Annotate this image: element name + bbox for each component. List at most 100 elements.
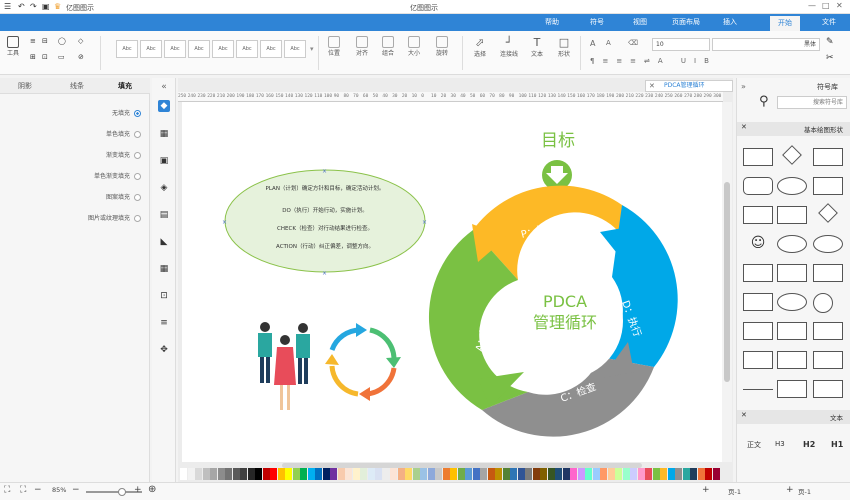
library-shape[interactable] xyxy=(813,177,843,195)
library-shape[interactable] xyxy=(813,293,833,313)
tab-fill[interactable]: 填充 xyxy=(118,81,132,91)
color-swatch[interactable] xyxy=(690,468,697,480)
color-swatch[interactable] xyxy=(285,468,292,480)
color-swatch[interactable] xyxy=(240,468,247,480)
library-shape[interactable] xyxy=(743,293,773,311)
color-swatch[interactable] xyxy=(337,468,345,480)
tab-file[interactable]: 文件 xyxy=(822,17,836,27)
tools-button[interactable]: 工具 xyxy=(4,36,22,57)
color-swatch[interactable] xyxy=(660,468,667,480)
color-swatch[interactable] xyxy=(427,468,435,480)
color-swatch[interactable] xyxy=(352,468,360,480)
align-center-icon[interactable]: ⊟ xyxy=(42,37,48,45)
color-swatch[interactable] xyxy=(607,468,615,480)
color-swatch[interactable] xyxy=(570,468,577,480)
color-swatch[interactable] xyxy=(547,468,555,480)
close-icon[interactable]: ✕ xyxy=(741,123,747,131)
font-shrink-icon[interactable]: A xyxy=(606,39,611,47)
redo-icon[interactable]: ↷ xyxy=(30,2,37,11)
color-swatch[interactable] xyxy=(292,468,300,480)
shape-button[interactable]: □ 形状 xyxy=(554,36,574,58)
fill-option-pattern[interactable]: 图案填充 xyxy=(106,192,141,201)
tab-home[interactable]: 开始 xyxy=(770,16,800,31)
maximize-icon[interactable]: □ xyxy=(822,1,830,10)
page-tab[interactable]: 页-1 xyxy=(798,486,811,496)
color-swatch[interactable] xyxy=(667,468,675,480)
menu-icon[interactable]: ☰ xyxy=(4,2,11,11)
color-swatch[interactable] xyxy=(562,468,570,480)
undo-icon[interactable]: ↶ xyxy=(18,2,25,11)
text-format-row[interactable]: ¶≡≡≡⇌A UIB xyxy=(590,57,717,65)
fill-option-gradient[interactable]: 渐变填充 xyxy=(106,150,141,159)
color-swatch[interactable] xyxy=(367,468,375,480)
style-preset[interactable]: Abc xyxy=(164,40,186,58)
color-swatch[interactable] xyxy=(375,468,382,480)
library-shape[interactable] xyxy=(743,351,773,369)
tab-view[interactable]: 视图 xyxy=(633,17,647,27)
color-swatch[interactable] xyxy=(615,468,622,480)
text-sample[interactable]: 正文 xyxy=(747,440,761,450)
color-swatch[interactable] xyxy=(405,468,412,480)
color-swatch[interactable] xyxy=(705,468,712,480)
color-swatch[interactable] xyxy=(517,468,525,480)
team-people-icon[interactable] xyxy=(258,322,310,410)
fill-panel-icon[interactable]: ◆ xyxy=(158,100,170,112)
fit-icon[interactable]: ⊕ xyxy=(148,484,156,495)
library-shape[interactable] xyxy=(743,148,773,166)
library-shape[interactable] xyxy=(777,380,807,398)
color-swatch[interactable] xyxy=(600,468,607,480)
position-button[interactable]: 位置 xyxy=(326,36,342,57)
color-palette[interactable] xyxy=(180,468,720,480)
color-swatch[interactable] xyxy=(450,468,457,480)
select-button[interactable]: ⬀ 选择 xyxy=(470,36,490,58)
page-icon[interactable]: ▤ xyxy=(158,209,170,221)
color-swatch[interactable] xyxy=(472,468,480,480)
library-shape[interactable] xyxy=(743,389,773,390)
style-preset[interactable]: Abc xyxy=(140,40,162,58)
color-swatch[interactable] xyxy=(480,468,487,480)
layers-icon[interactable]: ◈ xyxy=(158,182,170,194)
color-swatch[interactable] xyxy=(360,468,367,480)
radio[interactable] xyxy=(134,152,141,159)
color-swatch[interactable] xyxy=(217,468,225,480)
library-shape[interactable] xyxy=(777,264,807,282)
color-swatch[interactable] xyxy=(412,468,420,480)
library-shape[interactable] xyxy=(777,177,807,195)
color-swatch[interactable] xyxy=(210,468,217,480)
tab-shadow[interactable]: 阴影 xyxy=(18,81,32,91)
color-swatch[interactable] xyxy=(180,468,187,480)
close-icon[interactable]: ✕ xyxy=(836,1,843,10)
radio[interactable] xyxy=(134,131,141,138)
close-icon[interactable]: ✕ xyxy=(741,411,747,419)
size-button[interactable]: 大小 xyxy=(406,36,422,57)
library-shape[interactable] xyxy=(777,293,807,311)
minimize-icon[interactable]: — xyxy=(808,1,816,10)
color-swatch[interactable] xyxy=(630,468,637,480)
text-sample[interactable]: H3 xyxy=(775,440,785,448)
color-swatch[interactable] xyxy=(277,468,285,480)
color-swatch[interactable] xyxy=(585,468,592,480)
color-swatch[interactable] xyxy=(307,468,315,480)
save-icon[interactable]: ▣ xyxy=(42,2,50,11)
library-shape[interactable] xyxy=(813,322,843,340)
clear-format-icon[interactable]: ⌫ xyxy=(628,39,638,47)
align-left-icon[interactable]: ≡ xyxy=(30,37,36,45)
align-button[interactable]: 对齐 xyxy=(354,36,370,57)
format-icon[interactable]: ≡ xyxy=(158,317,170,329)
color-swatch[interactable] xyxy=(225,468,232,480)
tab-symbols[interactable]: 符号 xyxy=(590,17,604,27)
library-shape[interactable] xyxy=(813,380,843,398)
fill-option-none[interactable]: 无填充 xyxy=(112,108,141,117)
fill-option-single-gradient[interactable]: 单色渐变填充 xyxy=(94,171,141,180)
cut-icon[interactable]: ✂ xyxy=(826,53,834,63)
color-swatch[interactable] xyxy=(232,468,240,480)
color-swatch[interactable] xyxy=(315,468,322,480)
radio-selected[interactable] xyxy=(134,110,141,117)
collapse-icon[interactable]: » xyxy=(741,82,746,91)
fill-icon[interactable]: ◇ xyxy=(78,37,83,45)
color-swatch[interactable] xyxy=(525,468,532,480)
tab-line[interactable]: 线条 xyxy=(70,81,84,91)
color-swatch[interactable] xyxy=(682,468,690,480)
color-swatch[interactable] xyxy=(382,468,390,480)
color-swatch[interactable] xyxy=(397,468,405,480)
